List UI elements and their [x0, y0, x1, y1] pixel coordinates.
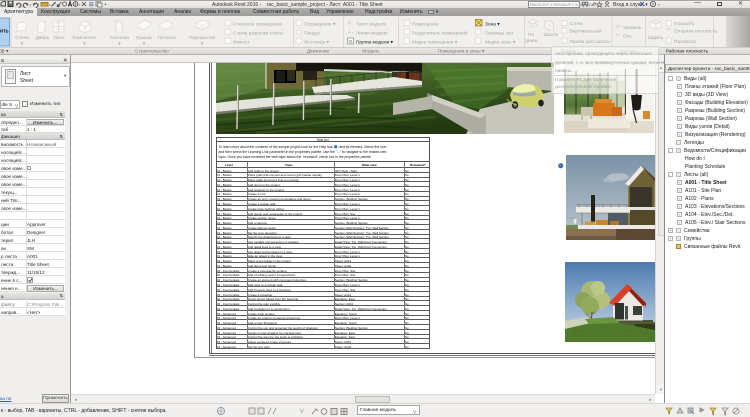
svg-text:Зона ▾: Зона ▾	[485, 22, 500, 28]
svg-text:Границы зон: Границы зон	[485, 31, 513, 37]
svg-text:Опорная плоскость: Опорная плоскость	[674, 29, 718, 35]
svg-text:Ограждение ▾: Ограждение ▾	[304, 22, 336, 28]
svg-text:Стена: Стена	[570, 21, 584, 27]
svg-text:Пандус: Пандус	[304, 31, 321, 37]
svg-text:Марка помещения ▾: Марка помещения ▾	[412, 40, 458, 46]
svg-text:G: G	[349, 39, 353, 44]
svg-text:Разделитель помещений: Разделитель помещений	[412, 30, 468, 37]
svg-text:Компонент: Компонент	[72, 35, 97, 41]
svg-text:▾: ▾	[143, 42, 146, 47]
svg-text:Помещения и зоны ▾: Помещения и зоны ▾	[438, 49, 485, 55]
svg-text:▾: ▾	[118, 42, 121, 47]
svg-text:Ось: Ось	[623, 34, 632, 40]
svg-text:Шахта: Шахта	[544, 32, 559, 38]
svg-text:Проём для шахты: Проём для шахты	[570, 39, 611, 45]
svg-text:Рабочая плоскость: Рабочая плоскость	[666, 49, 709, 55]
svg-text:Дверь: Дверь	[36, 35, 50, 41]
svg-text:Движение: Движение	[307, 49, 330, 55]
svg-text:Потолок: Потолок	[157, 35, 176, 41]
svg-text:Окно: Окно	[53, 35, 64, 41]
svg-text:▾: ▾	[83, 42, 86, 47]
svg-text:Задать: Задать	[648, 35, 664, 41]
svg-text:▾: ▾	[201, 42, 204, 47]
svg-text:Группа модели ▾: Группа модели ▾	[356, 40, 394, 46]
svg-text:Марка зоны ▾: Марка зоны ▾	[485, 40, 516, 46]
svg-text:Уровень: Уровень	[623, 25, 642, 31]
svg-text:Вертикальный: Вертикальный	[570, 28, 603, 35]
svg-text:грани: грани	[525, 39, 538, 44]
svg-text:Импост: Импост	[233, 40, 250, 46]
svg-text:Текст модели: Текст модели	[356, 22, 386, 28]
svg-text:По: По	[528, 32, 534, 38]
svg-text:Схема разрезки стены: Схема разрезки стены	[233, 31, 284, 37]
svg-text:Просмотр: Просмотр	[674, 39, 696, 45]
svg-text:Крыша: Крыша	[136, 35, 152, 41]
svg-text:Строительство: Строительство	[135, 49, 169, 55]
svg-text:Модель: Модель	[362, 49, 380, 55]
svg-text:Показать: Показать	[674, 21, 695, 27]
svg-text:ить: ить	[0, 29, 9, 35]
svg-text:ор ▾: ор ▾	[0, 49, 9, 55]
svg-text:Помещение: Помещение	[412, 22, 439, 28]
svg-text:Колонна: Колонна	[110, 35, 129, 41]
svg-text:Лестница ▾: Лестница ▾	[304, 40, 329, 46]
svg-text:Стена: Стена	[15, 35, 29, 41]
svg-text:Перекрытие: Перекрытие	[188, 35, 216, 41]
svg-text:Стеновое ограждение: Стеновое ограждение	[233, 22, 283, 28]
svg-text:Линия модели: Линия модели	[356, 31, 388, 37]
svg-text:▾: ▾	[21, 42, 24, 47]
